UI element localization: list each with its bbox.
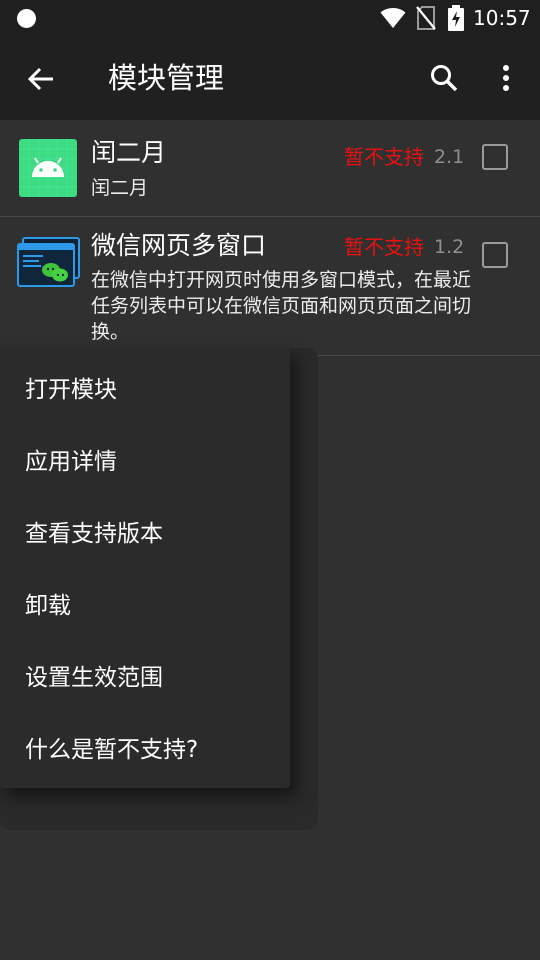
page-title: 模块管理: [108, 61, 225, 95]
menu-item-what-is-unsupported[interactable]: 什么是暂不支持?: [0, 714, 290, 786]
android-icon: [19, 139, 77, 197]
no-sim-icon: [416, 6, 436, 30]
back-button[interactable]: [18, 56, 64, 102]
context-menu: 打开模块 应用详情 查看支持版本 卸载 设置生效范围 什么是暂不支持?: [0, 348, 290, 788]
unsupported-label: 暂不支持: [344, 145, 424, 169]
battery-charging-icon: [448, 5, 464, 31]
search-button[interactable]: [422, 56, 466, 100]
module-name: 闰二月: [91, 138, 167, 167]
more-vert-icon: [503, 65, 509, 91]
unsupported-label: 暂不支持: [344, 235, 424, 259]
status-bar: 10:57: [0, 0, 540, 36]
version-label: 1.2: [434, 236, 465, 258]
module-row[interactable]: 微信网页多窗口 在微信中打开网页时使用多窗口模式，在最近任务列表中可以在微信页面…: [0, 217, 540, 356]
module-enable-checkbox[interactable]: [482, 242, 508, 268]
module-description: 闰二月: [91, 177, 149, 199]
more-options-button[interactable]: [484, 56, 528, 100]
module-row[interactable]: 闰二月 闰二月 暂不支持 2.1: [0, 120, 540, 217]
notification-dot-icon: [17, 9, 36, 28]
wechat-window-icon: [17, 237, 80, 287]
menu-item-uninstall[interactable]: 卸载: [0, 570, 290, 642]
arrow-back-icon: [27, 67, 53, 91]
menu-item-app-details[interactable]: 应用详情: [0, 426, 290, 498]
module-name: 微信网页多窗口: [91, 231, 267, 260]
version-label: 2.1: [434, 146, 465, 168]
menu-item-supported-versions[interactable]: 查看支持版本: [0, 498, 290, 570]
status-time: 10:57: [473, 6, 531, 30]
wifi-icon: [380, 8, 406, 28]
search-icon: [431, 65, 458, 92]
menu-item-open-module[interactable]: 打开模块: [0, 354, 290, 426]
module-list: 闰二月 闰二月 暂不支持 2.1 微信网页多窗口 在微信中打开网页时使用多窗口模…: [0, 120, 540, 356]
module-description: 在微信中打开网页时使用多窗口模式，在最近任务列表中可以在微信页面和网页页面之间切…: [91, 269, 472, 343]
screen: 10:57 模块管理 闰二月 闰二月 暂不支持 2.1 微信网页多窗口 在微信中…: [0, 0, 540, 960]
module-enable-checkbox[interactable]: [482, 144, 508, 170]
app-bar: 模块管理: [0, 36, 540, 120]
menu-item-set-scope[interactable]: 设置生效范围: [0, 642, 290, 714]
